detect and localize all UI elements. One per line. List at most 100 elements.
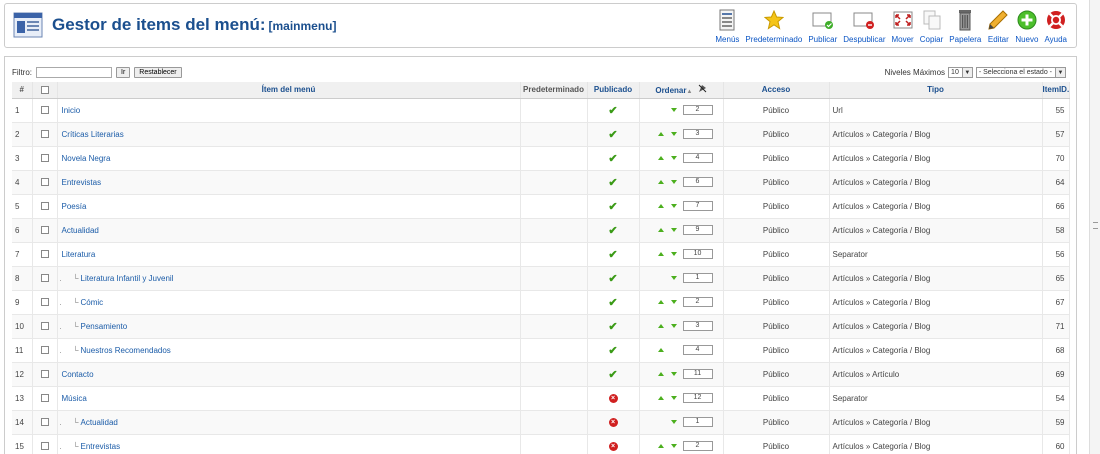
published-check-icon[interactable]: ✔ <box>608 225 617 237</box>
access-link[interactable]: Público <box>723 146 830 171</box>
move-up-icon[interactable] <box>657 396 664 400</box>
access-link[interactable]: Público <box>723 242 830 267</box>
order-input[interactable]: 2 <box>682 441 713 451</box>
reset-button[interactable]: Restablecer <box>134 67 182 78</box>
col-header-access[interactable]: Acceso <box>723 82 830 99</box>
row-checkbox[interactable] <box>40 418 49 427</box>
move-down-icon[interactable] <box>670 276 677 280</box>
row-checkbox[interactable] <box>40 274 49 283</box>
published-check-icon[interactable]: ✔ <box>608 297 617 309</box>
move-down-icon[interactable] <box>670 444 677 448</box>
help-button[interactable]: Ayuda <box>1041 9 1070 44</box>
row-checkbox[interactable] <box>40 370 49 379</box>
unpublish-button[interactable]: Despublicar <box>840 9 888 44</box>
col-header-order[interactable]: Ordenar▲ <box>639 82 724 99</box>
move-down-icon[interactable] <box>670 228 677 232</box>
access-link[interactable]: Público <box>723 338 830 363</box>
access-link[interactable]: Público <box>723 122 830 147</box>
save-order-icon[interactable] <box>698 84 707 95</box>
published-check-icon[interactable]: ✔ <box>608 153 617 165</box>
order-input[interactable]: 3 <box>682 129 713 139</box>
row-checkbox[interactable] <box>40 154 49 163</box>
item-link[interactable]: Poesía <box>62 202 87 211</box>
order-input[interactable]: 9 <box>682 225 713 235</box>
move-up-icon[interactable] <box>657 132 664 136</box>
move-up-icon[interactable] <box>657 324 664 328</box>
item-link[interactable]: Entrevistas <box>81 442 121 451</box>
order-input[interactable]: 1 <box>682 273 713 283</box>
move-up-icon[interactable] <box>657 372 664 376</box>
order-input[interactable]: 3 <box>682 321 713 331</box>
col-header-type[interactable]: Tipo <box>829 82 1043 99</box>
select-all-checkbox[interactable] <box>40 86 49 95</box>
access-link[interactable]: Público <box>723 434 830 454</box>
row-checkbox[interactable] <box>40 298 49 307</box>
move-up-icon[interactable] <box>657 348 664 352</box>
move-down-icon[interactable] <box>670 204 677 208</box>
move-up-icon[interactable] <box>657 252 664 256</box>
item-link[interactable]: Música <box>62 394 87 403</box>
order-input[interactable]: 6 <box>682 177 713 187</box>
published-check-icon[interactable]: ✔ <box>608 273 617 285</box>
published-check-icon[interactable]: ✔ <box>608 369 617 381</box>
row-checkbox[interactable] <box>40 226 49 235</box>
row-checkbox[interactable] <box>40 250 49 259</box>
item-link[interactable]: Cómic <box>81 298 104 307</box>
copy-button[interactable]: Copiar <box>917 9 947 44</box>
published-check-icon[interactable]: ✔ <box>608 345 617 357</box>
item-link[interactable]: Entrevistas <box>62 178 102 187</box>
item-link[interactable]: Nuestros Recomendados <box>81 346 171 355</box>
access-link[interactable]: Público <box>723 266 830 291</box>
access-link[interactable]: Público <box>723 386 830 411</box>
access-link[interactable]: Público <box>723 410 830 435</box>
publish-button[interactable]: Publicar <box>805 9 840 44</box>
filter-input[interactable] <box>36 67 112 78</box>
trash-button[interactable]: Papelera <box>946 9 984 44</box>
col-header-itemid[interactable]: ItemID. <box>1042 82 1070 99</box>
published-check-icon[interactable]: ✔ <box>608 105 617 117</box>
order-input[interactable]: 1 <box>682 417 713 427</box>
row-checkbox[interactable] <box>40 346 49 355</box>
item-link[interactable]: Pensamiento <box>81 322 128 331</box>
move-down-icon[interactable] <box>670 180 677 184</box>
row-checkbox[interactable] <box>40 394 49 403</box>
order-input[interactable]: 2 <box>682 105 713 115</box>
scrollbar-grip[interactable] <box>1093 222 1098 229</box>
order-input[interactable]: 4 <box>682 345 713 355</box>
item-link[interactable]: Críticas Literarias <box>62 130 124 139</box>
published-check-icon[interactable]: ✔ <box>608 201 617 213</box>
move-down-icon[interactable] <box>670 156 677 160</box>
move-down-icon[interactable] <box>670 300 677 304</box>
access-link[interactable]: Público <box>723 170 830 195</box>
default-button[interactable]: Predeterminado <box>742 9 805 44</box>
move-up-icon[interactable] <box>657 180 664 184</box>
vertical-scrollbar[interactable] <box>1089 0 1100 454</box>
order-input[interactable]: 12 <box>682 393 713 403</box>
move-down-icon[interactable] <box>670 420 677 424</box>
access-link[interactable]: Público <box>723 314 830 339</box>
order-input[interactable]: 10 <box>682 249 713 259</box>
order-input[interactable]: 11 <box>682 369 713 379</box>
state-select[interactable]: - Selecciona el estado - ▼ <box>975 67 1066 78</box>
order-input[interactable]: 7 <box>682 201 713 211</box>
row-checkbox[interactable] <box>40 106 49 115</box>
access-link[interactable]: Público <box>723 290 830 315</box>
go-button[interactable]: Ir <box>116 67 131 78</box>
move-up-icon[interactable] <box>657 228 664 232</box>
row-checkbox[interactable] <box>40 178 49 187</box>
item-link[interactable]: Actualidad <box>81 418 118 427</box>
item-link[interactable]: Novela Negra <box>62 154 111 163</box>
unpublished-x-icon[interactable]: × <box>608 442 618 451</box>
row-checkbox[interactable] <box>40 442 49 451</box>
published-check-icon[interactable]: ✔ <box>608 249 617 261</box>
move-up-icon[interactable] <box>657 156 664 160</box>
order-input[interactable]: 4 <box>682 153 713 163</box>
move-up-icon[interactable] <box>657 204 664 208</box>
access-link[interactable]: Público <box>723 218 830 243</box>
item-link[interactable]: Inicio <box>62 106 81 115</box>
move-up-icon[interactable] <box>657 444 664 448</box>
move-button[interactable]: Mover <box>888 9 916 44</box>
published-check-icon[interactable]: ✔ <box>608 321 617 333</box>
levels-select[interactable]: 10 ▼ <box>948 67 973 78</box>
move-down-icon[interactable] <box>670 108 677 112</box>
